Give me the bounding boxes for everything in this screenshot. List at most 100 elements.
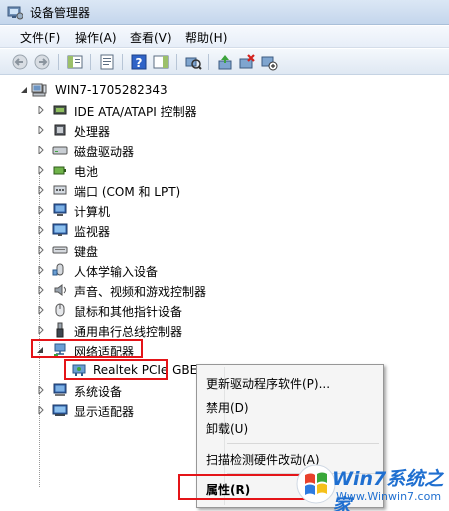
- tree-item-label: 人体学输入设备: [74, 265, 159, 279]
- disable-device-button[interactable]: [260, 53, 278, 71]
- back-button[interactable]: [11, 53, 29, 71]
- toolbar-separator: [90, 54, 91, 70]
- collapsed-arrow-icon[interactable]: [37, 406, 45, 414]
- collapsed-arrow-icon[interactable]: [37, 206, 45, 214]
- update-driver-button[interactable]: [216, 53, 234, 71]
- hid-icon: [52, 262, 68, 278]
- disk-drive-icon: [52, 142, 68, 158]
- tree-item[interactable]: 声音、视频和游戏控制器: [0, 280, 449, 300]
- context-menu-separator: [227, 443, 379, 444]
- collapsed-arrow-icon[interactable]: [37, 386, 45, 394]
- forward-button[interactable]: [33, 53, 51, 71]
- ide-controller-icon: [52, 102, 68, 118]
- tree-item[interactable]: IDE ATA/ATAPI 控制器: [0, 100, 449, 120]
- tree-item[interactable]: 鼠标和其他指针设备: [0, 300, 449, 320]
- tree-item-label: 通用串行总线控制器: [74, 325, 183, 339]
- window-title: 设备管理器: [30, 6, 91, 20]
- menu-view[interactable]: 查看(V): [126, 29, 176, 46]
- disable-device-icon: [261, 56, 278, 71]
- tree-root[interactable]: WIN7-1705282343: [0, 80, 449, 100]
- mouse-icon: [52, 302, 68, 318]
- action-pane-button[interactable]: [152, 53, 170, 71]
- collapsed-arrow-icon[interactable]: [37, 306, 45, 314]
- processor-icon: [52, 122, 68, 138]
- computer-root-icon: [31, 82, 47, 98]
- collapsed-arrow-icon[interactable]: [37, 326, 45, 334]
- help-toolbar-button[interactable]: ?: [130, 53, 148, 71]
- expanded-arrow-icon[interactable]: [20, 86, 28, 94]
- collapsed-arrow-icon[interactable]: [37, 286, 45, 294]
- show-hide-console-tree-button[interactable]: [66, 53, 84, 71]
- ctx-uninstall[interactable]: 卸载(U): [206, 420, 248, 437]
- tree-item[interactable]: 电池: [0, 160, 449, 180]
- tree-item[interactable]: 人体学输入设备: [0, 260, 449, 280]
- ctx-update-driver[interactable]: 更新驱动程序软件(P)...: [206, 375, 330, 392]
- toolbar-separator: [58, 54, 59, 70]
- collapsed-arrow-icon[interactable]: [37, 126, 45, 134]
- collapsed-arrow-icon[interactable]: [37, 166, 45, 174]
- battery-icon: [52, 162, 68, 178]
- windows-logo-icon: [296, 464, 336, 504]
- tree-item-label: 显示适配器: [74, 405, 135, 419]
- network-adapter-highlight: [31, 339, 143, 358]
- tree-item[interactable]: 处理器: [0, 120, 449, 140]
- collapsed-arrow-icon[interactable]: [37, 226, 45, 234]
- tree-item-label: 鼠标和其他指针设备: [74, 305, 183, 319]
- tree-item-label: 电池: [74, 165, 99, 179]
- back-arrow-icon: [12, 54, 28, 70]
- menu-action[interactable]: 操作(A): [71, 29, 121, 46]
- uninstall-button[interactable]: [238, 53, 256, 71]
- computer-icon: [52, 202, 68, 218]
- help-icon: ?: [131, 54, 147, 70]
- sound-icon: [52, 282, 68, 298]
- menu-file[interactable]: 文件(F): [16, 29, 64, 46]
- tree-item[interactable]: 计算机: [0, 200, 449, 220]
- title-bar: 设备管理器: [0, 0, 449, 25]
- action-pane-icon: [153, 55, 169, 69]
- tree-item-label: 计算机: [74, 205, 111, 219]
- collapsed-arrow-icon[interactable]: [37, 246, 45, 254]
- usb-icon: [52, 322, 68, 338]
- uninstall-icon: [239, 54, 255, 69]
- tree-item[interactable]: 监视器: [0, 220, 449, 240]
- collapsed-arrow-icon[interactable]: [37, 186, 45, 194]
- watermark-brand: Win7系统之家: [332, 468, 444, 511]
- tree-item[interactable]: 键盘: [0, 240, 449, 260]
- display-adapter-icon: [52, 402, 68, 418]
- tree-item-label: 系统设备: [74, 385, 123, 399]
- tree-item-label: IDE ATA/ATAPI 控制器: [74, 105, 197, 119]
- tree-item-label: 声音、视频和游戏控制器: [74, 285, 207, 299]
- collapsed-arrow-icon[interactable]: [37, 146, 45, 154]
- properties-toolbar-button[interactable]: [98, 53, 116, 71]
- tree-item[interactable]: 端口 (COM 和 LPT): [0, 180, 449, 200]
- tree-item-label: 端口 (COM 和 LPT): [74, 185, 181, 199]
- tree-item-label: 磁盘驱动器: [74, 145, 135, 159]
- collapsed-arrow-icon[interactable]: [37, 106, 45, 114]
- forward-arrow-icon: [34, 54, 50, 70]
- collapsed-arrow-icon[interactable]: [37, 266, 45, 274]
- menu-help[interactable]: 帮助(H): [181, 29, 231, 46]
- scan-hardware-icon: [185, 57, 202, 70]
- svg-text:?: ?: [136, 56, 143, 70]
- port-icon: [52, 182, 68, 198]
- watermark-url: Www.Winwin7.com: [336, 490, 442, 503]
- tree-item-label: 键盘: [74, 245, 99, 259]
- tree-item-label: 监视器: [74, 225, 111, 239]
- update-driver-icon: [218, 55, 232, 70]
- toolbar-separator: [176, 54, 177, 70]
- device-manager-icon: [7, 6, 23, 20]
- tree-item-label: 处理器: [74, 125, 111, 139]
- properties-highlight: [178, 474, 306, 500]
- monitor-icon: [52, 222, 68, 238]
- scan-hardware-button[interactable]: [184, 53, 202, 71]
- properties-sheet-icon: [100, 54, 114, 70]
- watermark: Win7系统之家 Www.Winwin7.com: [296, 462, 446, 511]
- toolbar-separator: [208, 54, 209, 70]
- toolbar: ?: [0, 49, 449, 75]
- menu-bar: 文件(F) 操作(A) 查看(V) 帮助(H): [0, 26, 449, 48]
- tree-item[interactable]: 通用串行总线控制器: [0, 320, 449, 340]
- console-tree-icon: [67, 55, 83, 69]
- tree-root-label: WIN7-1705282343: [55, 83, 168, 97]
- ctx-disable[interactable]: 禁用(D): [206, 399, 249, 416]
- tree-item[interactable]: 磁盘驱动器: [0, 140, 449, 160]
